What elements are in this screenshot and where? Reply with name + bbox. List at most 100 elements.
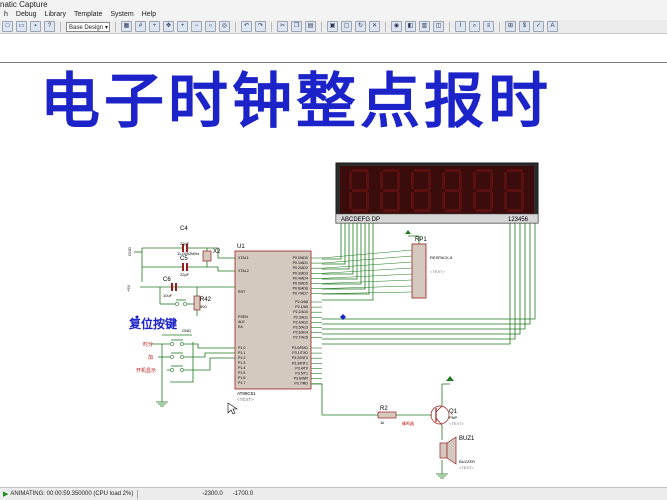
segment-4-6: [476, 189, 492, 192]
c4-ref: C4: [180, 226, 188, 232]
r42-value: 500: [200, 304, 207, 309]
c4-value: 22pF: [180, 241, 190, 246]
u1-pin-p3: P3.6/WR: [294, 377, 309, 381]
segment-4-2: [490, 192, 493, 209]
q1-text: <TEXT>: [449, 421, 465, 426]
u1-pin-left: P1.1: [238, 351, 245, 355]
u1-pin-left: P1.6: [238, 376, 245, 380]
u1-pin-p3: P3.3/INT1: [292, 361, 308, 365]
u1-pin-p2: P2.6/A14: [293, 331, 308, 335]
segment-2-2: [428, 192, 431, 209]
x2-ref: X2: [213, 249, 221, 255]
display-pins-right: 123456: [508, 217, 529, 223]
u1-part: AT89C51: [237, 391, 256, 396]
rp1-power-arrow: [405, 230, 411, 234]
p0-rp1-wire: [321, 279, 413, 284]
u1-pin-p2: P2.7/A15: [293, 336, 308, 340]
resistor-r42[interactable]: R42 500: [193, 295, 212, 311]
probe-dot: [135, 315, 139, 319]
segment-4-4: [473, 192, 476, 209]
play-icon[interactable]: ▶: [0, 490, 10, 498]
reset-button[interactable]: [175, 299, 187, 306]
segment-0-0: [352, 169, 368, 172]
p0-rp1-wire: [321, 261, 413, 269]
coordinate-y: -1700.0: [232, 491, 254, 497]
u1-pin-left: P1.5: [238, 371, 245, 375]
gnd-label-top: GND: [127, 247, 132, 256]
r2-net-label: 蜂鸣器: [402, 420, 414, 426]
reset-button-label: 复位按键: [128, 316, 177, 331]
segment-5-3: [507, 209, 523, 212]
button-add[interactable]: [170, 352, 184, 359]
resistor-r2[interactable]: R2 1k: [377, 406, 397, 425]
button-power-display[interactable]: [170, 365, 184, 372]
status-separator: [137, 489, 139, 499]
u1-pin-p0: P0.7/AD7: [293, 292, 308, 296]
u1-pin-p0: P0.6/AD6: [293, 287, 308, 291]
segment-5-6: [507, 189, 523, 192]
segment-1-6: [383, 189, 399, 192]
segment-0-2: [366, 192, 369, 209]
q1-part: PNP: [449, 415, 458, 420]
u1-pin-left: ALE: [238, 320, 245, 324]
simulation-status: ANIMATING: 00:00:59.350000 (CPU load 2%): [10, 491, 134, 497]
rp1-text: <TEXT>: [430, 269, 446, 274]
u1-text: <TEXT>: [237, 397, 254, 402]
r2-ref: R2: [380, 406, 388, 412]
segment-0-6: [352, 189, 368, 192]
segment-1-5: [380, 172, 383, 189]
segment-5-4: [504, 192, 507, 209]
segment-5-2: [521, 192, 524, 209]
coordinate-x: -2300.0: [202, 491, 223, 497]
capacitor-c6[interactable]: C6 10uF: [163, 277, 177, 298]
u1-pin-p2: P2.0/A8: [295, 300, 308, 304]
btn-label-power-display: 开机显示: [136, 367, 156, 374]
ground-symbol: [156, 401, 168, 407]
segment-5-0: [507, 169, 523, 172]
buzzer-buz1[interactable]: BUZ1 BUZZER <TEXT>: [439, 436, 475, 470]
gnd-label-bottom: GND: [182, 328, 191, 333]
u1-pin-p3: P3.4/T0: [295, 366, 308, 370]
segment-2-3: [414, 209, 430, 212]
reset-circuit[interactable]: [140, 286, 235, 316]
u1-pin-left: XTAL2: [238, 269, 249, 273]
u1-pin-p2: P2.4/A12: [293, 320, 308, 324]
button-hour-minute[interactable]: [170, 339, 184, 346]
segment-2-4: [411, 192, 414, 209]
transistor-q1[interactable]: Q1 PNP <TEXT>: [430, 405, 465, 426]
segment-0-4: [349, 192, 352, 209]
c5-ref: C5: [180, 256, 188, 262]
u1-pin-left: P1.0: [238, 346, 245, 350]
c6-ref: C6: [163, 277, 171, 283]
p0-rp1-wire: [321, 255, 413, 264]
buzzer-wires: [311, 383, 450, 474]
u1-pin-p0: P0.3/AD3: [293, 271, 308, 275]
push-buttons[interactable]: [170, 339, 184, 372]
u1-pin-p0: P0.4/AD4: [293, 276, 308, 280]
segment-bus-wires: [322, 223, 536, 345]
segment-3-5: [442, 172, 445, 189]
u1-pin-p3: P3.1/TXD: [292, 351, 308, 355]
segment-3-3: [445, 209, 461, 212]
u1-pin-left: P1.3: [238, 361, 245, 365]
p0-rp1-wire: [321, 285, 413, 289]
segment-3-1: [459, 172, 462, 189]
segment-4-1: [490, 172, 493, 189]
segment-5-5: [504, 172, 507, 189]
buz-text: <TEXT>: [459, 465, 475, 470]
u1-pin-p2: P2.5/A13: [293, 326, 308, 330]
segment-4-0: [476, 169, 492, 172]
resistor-pack-rp1[interactable]: RP1 RESPACK-8 <TEXT>: [405, 230, 453, 299]
buz-part: BUZZER: [459, 459, 475, 464]
segment-2-6: [414, 189, 430, 192]
schematic-drawing: ABCDEFG DP 123456 RP1 RESPACK-8 <TEXT> U…: [126, 162, 539, 479]
r2-value: 1k: [380, 420, 384, 425]
capacitor-c5[interactable]: C5 22pF: [180, 256, 190, 277]
segment-0-5: [349, 172, 352, 189]
seven-segment-display[interactable]: ABCDEFG DP 123456: [335, 162, 539, 224]
u1-pin-p2: P2.2/A10: [293, 310, 308, 314]
segment-1-1: [397, 172, 400, 189]
buz-ref: BUZ1: [459, 436, 475, 442]
r42-ref: R42: [200, 297, 212, 303]
microcontroller-u1[interactable]: U1 AT89C51 <TEXT> XTAL1 XTAL2 RST PSENALEEA…: [234, 244, 413, 402]
